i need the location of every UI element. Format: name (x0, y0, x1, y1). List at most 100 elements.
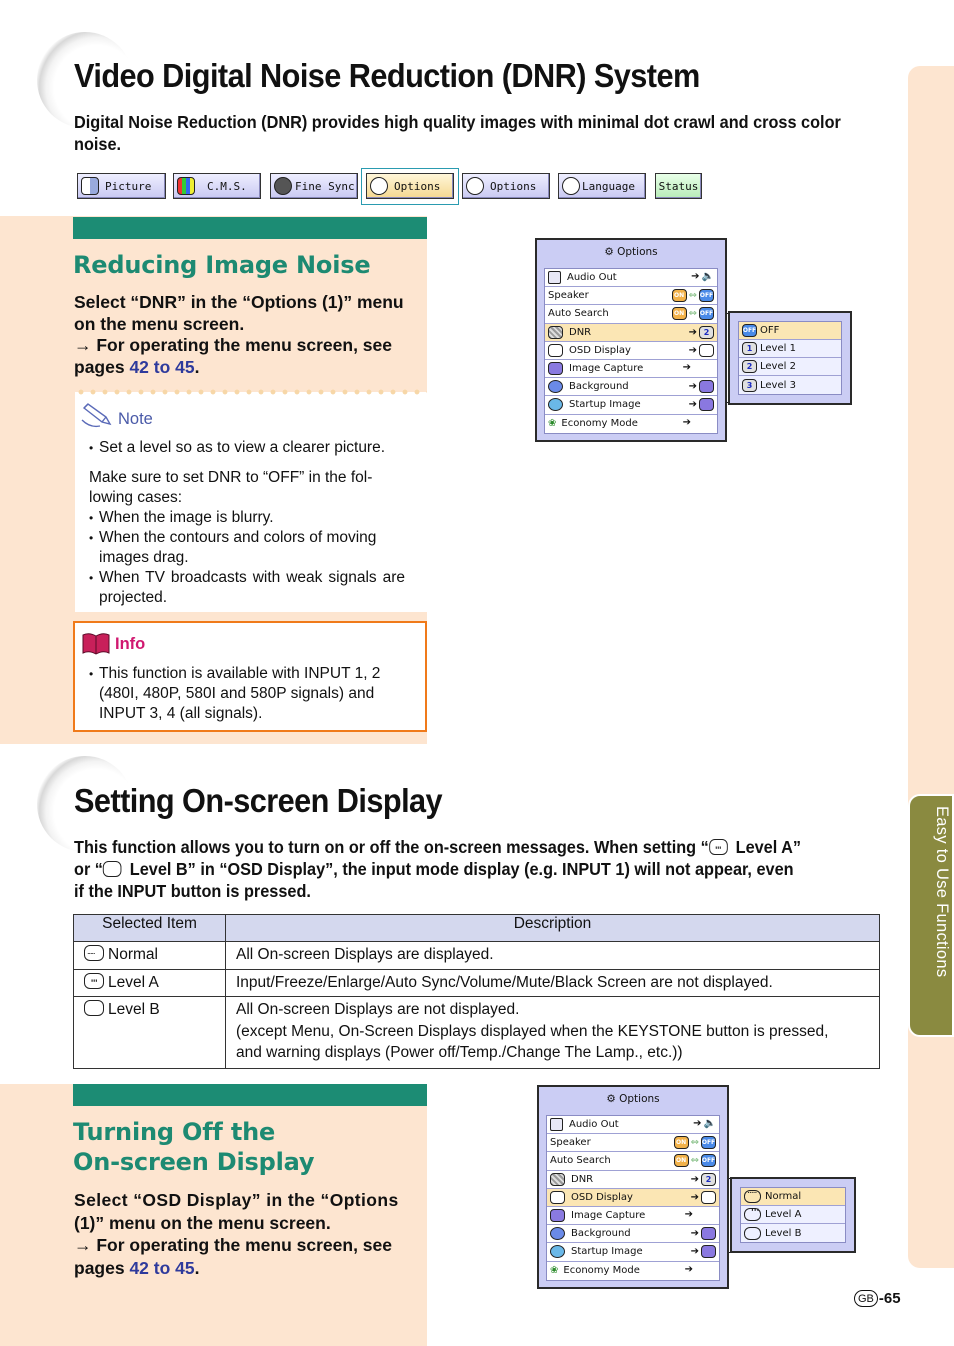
menu-item-economy-mode[interactable]: ❀ Economy Mode ➔ (547, 1261, 719, 1280)
pencil-note-icon (81, 403, 112, 428)
osd-normal-icon (744, 1186, 761, 1203)
osd-options-menu-dnr: ⚙ Options Audio Out ➔ 🔈 Speaker ON ⇔ OFF Aut… (535, 238, 727, 442)
step-line: (1)” menu on the menu screen. (74, 1212, 331, 1233)
menu-item-startup-image[interactable]: Startup Image ➔ (547, 1243, 719, 1262)
osd-option-level-b[interactable]: Level B (741, 1224, 845, 1242)
tab-cms[interactable]: C.M.S. (173, 173, 261, 199)
dnr-option-level-2[interactable]: 2 Level 2 (739, 358, 841, 376)
cell-item: Normal (73, 941, 226, 970)
menu-item-auto-search[interactable]: Auto Search ON ⇔ OFF (547, 1152, 719, 1171)
toggle-arrow-icon: ⇔ (688, 308, 697, 320)
lead-text: Level A” (731, 837, 802, 857)
reducing-heading: Reducing Image Noise (73, 251, 371, 279)
osd-level-a-icon (708, 839, 728, 861)
lead-line: if the INPUT button is pressed. (74, 881, 311, 901)
book-info-icon (82, 633, 110, 655)
dnr-icon (548, 325, 563, 339)
off-badge: OFF (701, 1154, 716, 1168)
dnr-option-level-3[interactable]: 3 Level 3 (739, 376, 841, 394)
menu-item-value: ➔ (682, 416, 691, 428)
pages-link[interactable]: 42 to 45 (129, 357, 194, 377)
table-row: Level B All On-screen Displays are not d… (73, 996, 880, 1069)
menu-item-startup-image[interactable]: Startup Image ➔ (545, 396, 717, 415)
menu-item-auto-search[interactable]: Auto Search ON ⇔ OFF (545, 305, 717, 324)
osd-level-a-icon (84, 972, 104, 994)
osd-option-level-a[interactable]: Level A (741, 1206, 845, 1224)
tab-label: C.M.S. (207, 179, 247, 193)
cell-item: Level B (73, 996, 226, 1069)
dnr-submenu: OFF OFF 1 Level 1 2 Level 2 3 Level 3 (728, 311, 852, 405)
lead-text: Level B” in “OSD Display”, the input mod… (125, 859, 794, 879)
heading-line: Turning Off the (73, 1118, 276, 1146)
item-label: Level A (108, 973, 159, 991)
osd-display-icon (550, 1190, 565, 1204)
menu-title: ⚙ Options (539, 1093, 727, 1105)
menu-item-economy-mode[interactable]: ❀ Economy Mode ➔ (545, 414, 717, 433)
osd-option-normal[interactable]: Normal (741, 1186, 845, 1206)
dnr-option-off[interactable]: OFF OFF (739, 322, 841, 340)
menu-list: Audio Out ➔ 🔈 Speaker ON ⇔ OFF Auto Search ON… (544, 268, 718, 434)
tab-options-2[interactable]: Options (462, 173, 550, 199)
menu-item-label: Background (571, 1228, 631, 1240)
image-capture-icon (550, 1209, 565, 1223)
pages-link[interactable]: 42 to 45 (129, 1258, 194, 1278)
menu-item-label: Audio Out (569, 1119, 619, 1131)
section-title-dnr: Video Digital Noise Reduction (DNR) Syst… (74, 57, 700, 94)
side-tab-label: Easy to Use Functions (933, 806, 951, 978)
step-line: on the menu screen. (74, 313, 245, 334)
dnr-option-level-1[interactable]: 1 Level 1 (739, 340, 841, 358)
menu-item-label: Startup Image (571, 1246, 643, 1258)
off-badge: OFF (699, 289, 714, 303)
info-bullet: This function is available with INPUT 1,… (89, 664, 409, 724)
step-line: Select “OSD Display” in the “Options (74, 1190, 399, 1210)
info-box: Info This function is available with INP… (73, 621, 427, 732)
menu-item-value: ➔ 2 (691, 1172, 716, 1186)
menu-item-value: ➔ (689, 343, 714, 357)
tab-status[interactable]: Status (655, 173, 702, 199)
dnr-submenu-list: OFF OFF 1 Level 1 2 Level 2 3 Level 3 (738, 321, 842, 395)
turning-off-instructions: Select “OSD Display” in the “Options (1)… (74, 1189, 419, 1279)
menu-item-label: Auto Search (550, 1155, 611, 1167)
info-title: Info (115, 635, 146, 653)
menu-item-dnr[interactable]: DNR ➔ 2 (547, 1170, 719, 1189)
audio-out-icon (548, 271, 561, 285)
on-badge: ON (671, 289, 687, 303)
startup-image-icon (550, 1245, 565, 1259)
note-dotted-border (75, 388, 427, 396)
turning-off-heading: Turning Off the On-screen Display (73, 1117, 315, 1177)
pages-suffix: . (194, 356, 200, 377)
menu-item-background[interactable]: Background ➔ (547, 1225, 719, 1244)
desc-line: All On-screen Displays are not displayed… (236, 1001, 520, 1018)
menu-item-value: ➔ 🔈 (693, 1118, 716, 1129)
side-panel (908, 66, 954, 1268)
menu-item-speaker[interactable]: Speaker ON ⇔ OFF (545, 287, 717, 306)
tab-fine-sync[interactable]: Fine Sync (270, 173, 358, 199)
page-number-text: -65 (878, 1290, 901, 1307)
menu-item-value: ➔ (684, 1208, 693, 1220)
osd-option-label: Normal (765, 1191, 802, 1202)
menu-item-audio-out[interactable]: Audio Out ➔ 🔈 (545, 269, 717, 288)
on-badge: ON (673, 1154, 689, 1168)
options-icon: ⚙ (606, 1093, 620, 1105)
picture-icon (81, 177, 99, 195)
step-line: → For operating the menu screen, see (74, 335, 392, 355)
tab-language[interactable]: Language (558, 173, 646, 199)
table-row: Level A Input/Freeze/Enlarge/Auto Sync/V… (73, 968, 880, 997)
tab-picture[interactable]: Picture (77, 173, 166, 199)
dnr-icon (550, 1172, 565, 1186)
osd-levels-table: Selected Item Description Normal All On-… (73, 914, 880, 1069)
menu-item-osd-display[interactable]: OSD Display ➔ (547, 1188, 719, 1207)
menu-title: ⚙ Options (537, 246, 725, 258)
menu-item-osd-display[interactable]: OSD Display ➔ (545, 341, 717, 360)
menu-item-value: ➔ (684, 1263, 693, 1275)
lead-text: or “ (74, 859, 103, 879)
note-title: Note (118, 410, 153, 428)
menu-item-dnr[interactable]: DNR ➔ 2 (545, 323, 717, 342)
menu-item-audio-out[interactable]: Audio Out ➔ 🔈 (547, 1116, 719, 1135)
menu-item-image-capture[interactable]: Image Capture ➔ (547, 1206, 719, 1226)
menu-item-image-capture[interactable]: Image Capture ➔ (545, 359, 717, 379)
menu-item-speaker[interactable]: Speaker ON ⇔ OFF (547, 1134, 719, 1153)
tab-label: Picture (105, 179, 152, 193)
menu-item-background[interactable]: Background ➔ (545, 378, 717, 397)
economy-icon: ❀ (548, 418, 557, 430)
